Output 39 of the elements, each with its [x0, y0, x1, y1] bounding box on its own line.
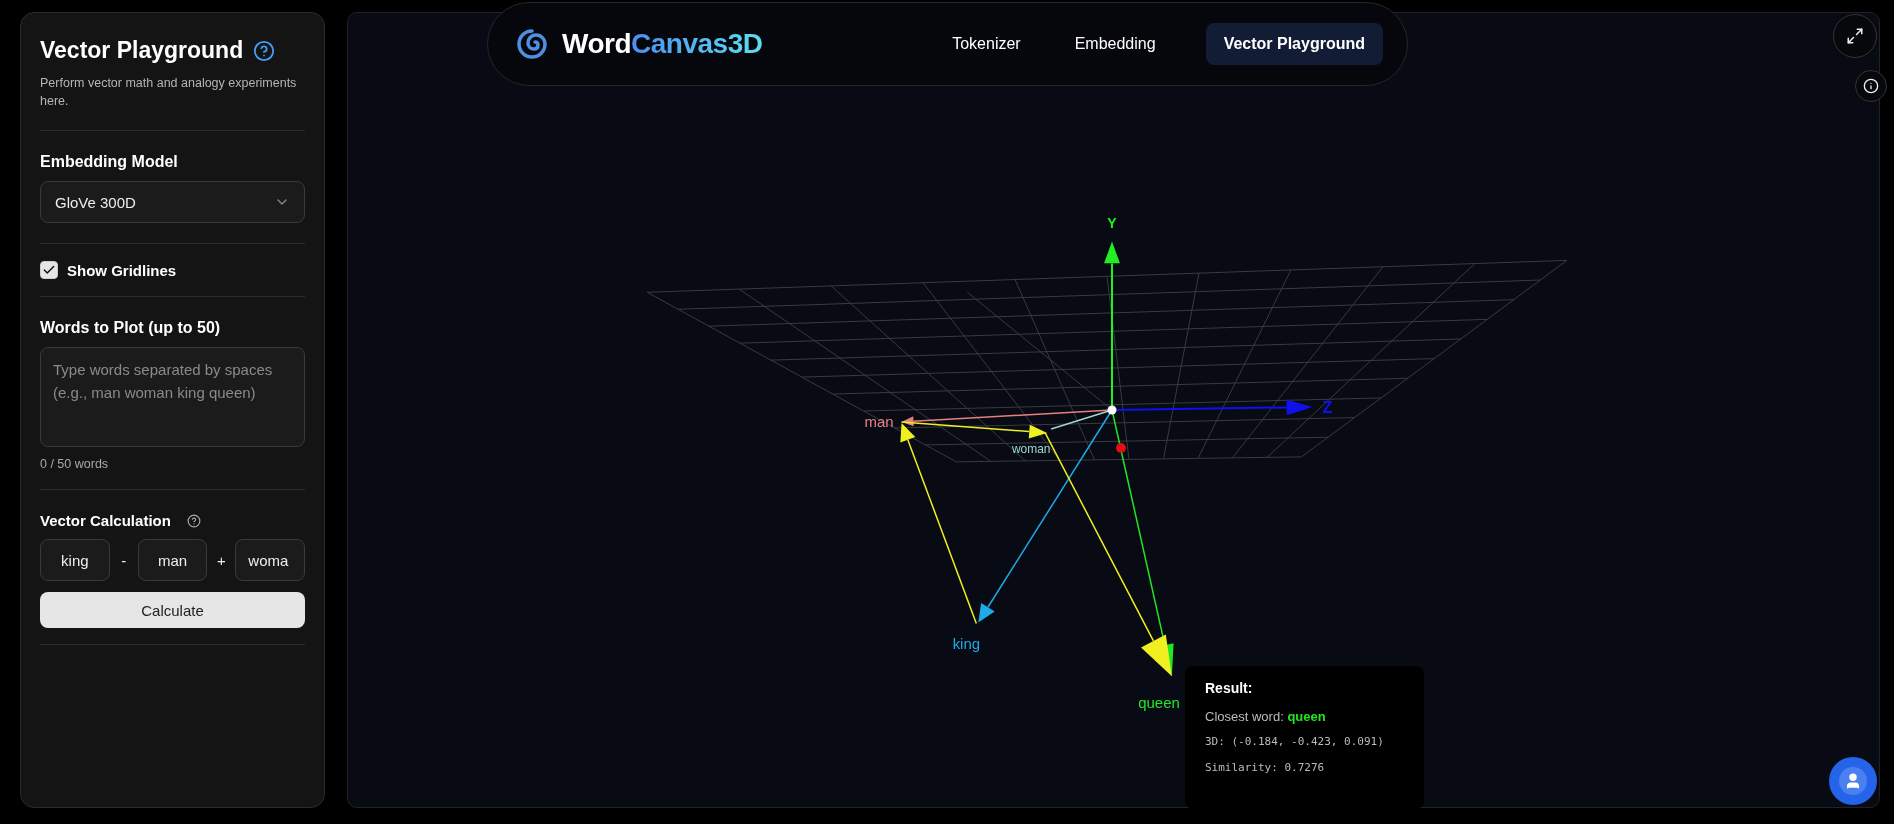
checkbox-label: Show Gridlines	[67, 261, 177, 279]
field-label: Embedding Model	[40, 153, 179, 171]
user-icon	[1844, 772, 1862, 790]
check-icon	[42, 263, 56, 277]
operator-sign: -	[120, 551, 128, 569]
model-select[interactable]: GloVe 300D	[40, 181, 305, 223]
info-icon	[1863, 78, 1879, 94]
nav-tab[interactable]: Vector Playground	[1205, 23, 1383, 65]
calculate-button[interactable]: Calculate	[40, 592, 305, 628]
word-count: 0 / 50 words	[40, 457, 110, 471]
word-label: man	[864, 412, 894, 430]
origin-dot	[1107, 405, 1117, 415]
nav-tab[interactable]: Tokenizer	[934, 23, 1039, 65]
field-label: Vector Calculation	[40, 512, 171, 529]
axis-label: Y	[1107, 215, 1117, 232]
help-icon[interactable]	[186, 513, 201, 528]
profile-button[interactable]	[1829, 757, 1877, 805]
operator-sign: +	[215, 551, 227, 569]
closest-word-text: Closest word: queen	[1205, 709, 1327, 724]
result-title: Result:	[1205, 680, 1254, 696]
words-field[interactable]: Type words separated by spaces (e.g., man woman king queen)	[40, 347, 305, 447]
panel-description: Perform vector math and analogy experiments here.	[40, 75, 298, 110]
swirl-logo-icon	[516, 28, 548, 60]
marker-icon	[1116, 442, 1126, 453]
axis-label: Z	[1322, 399, 1333, 416]
coordinates-text: 3D: (-0.184, -0.423, 0.091)	[1205, 735, 1385, 748]
word-label: queen	[1138, 694, 1180, 712]
term-field[interactable]: woma	[235, 539, 305, 581]
word-label: woman	[1011, 441, 1051, 456]
expand-icon	[1846, 27, 1864, 45]
word-label: king	[952, 635, 981, 653]
field-label: Words to Plot (up to 50)	[40, 319, 222, 337]
term-field[interactable]: man	[137, 539, 208, 581]
term-field[interactable]: king	[40, 539, 110, 581]
gridlines-checkbox[interactable]	[40, 261, 58, 279]
help-icon[interactable]	[253, 39, 276, 62]
similarity-text: Similarity: 0.7276	[1205, 761, 1326, 774]
nav-tab[interactable]: Embedding	[1056, 23, 1174, 65]
panel-title: Vector Playground	[40, 37, 244, 64]
